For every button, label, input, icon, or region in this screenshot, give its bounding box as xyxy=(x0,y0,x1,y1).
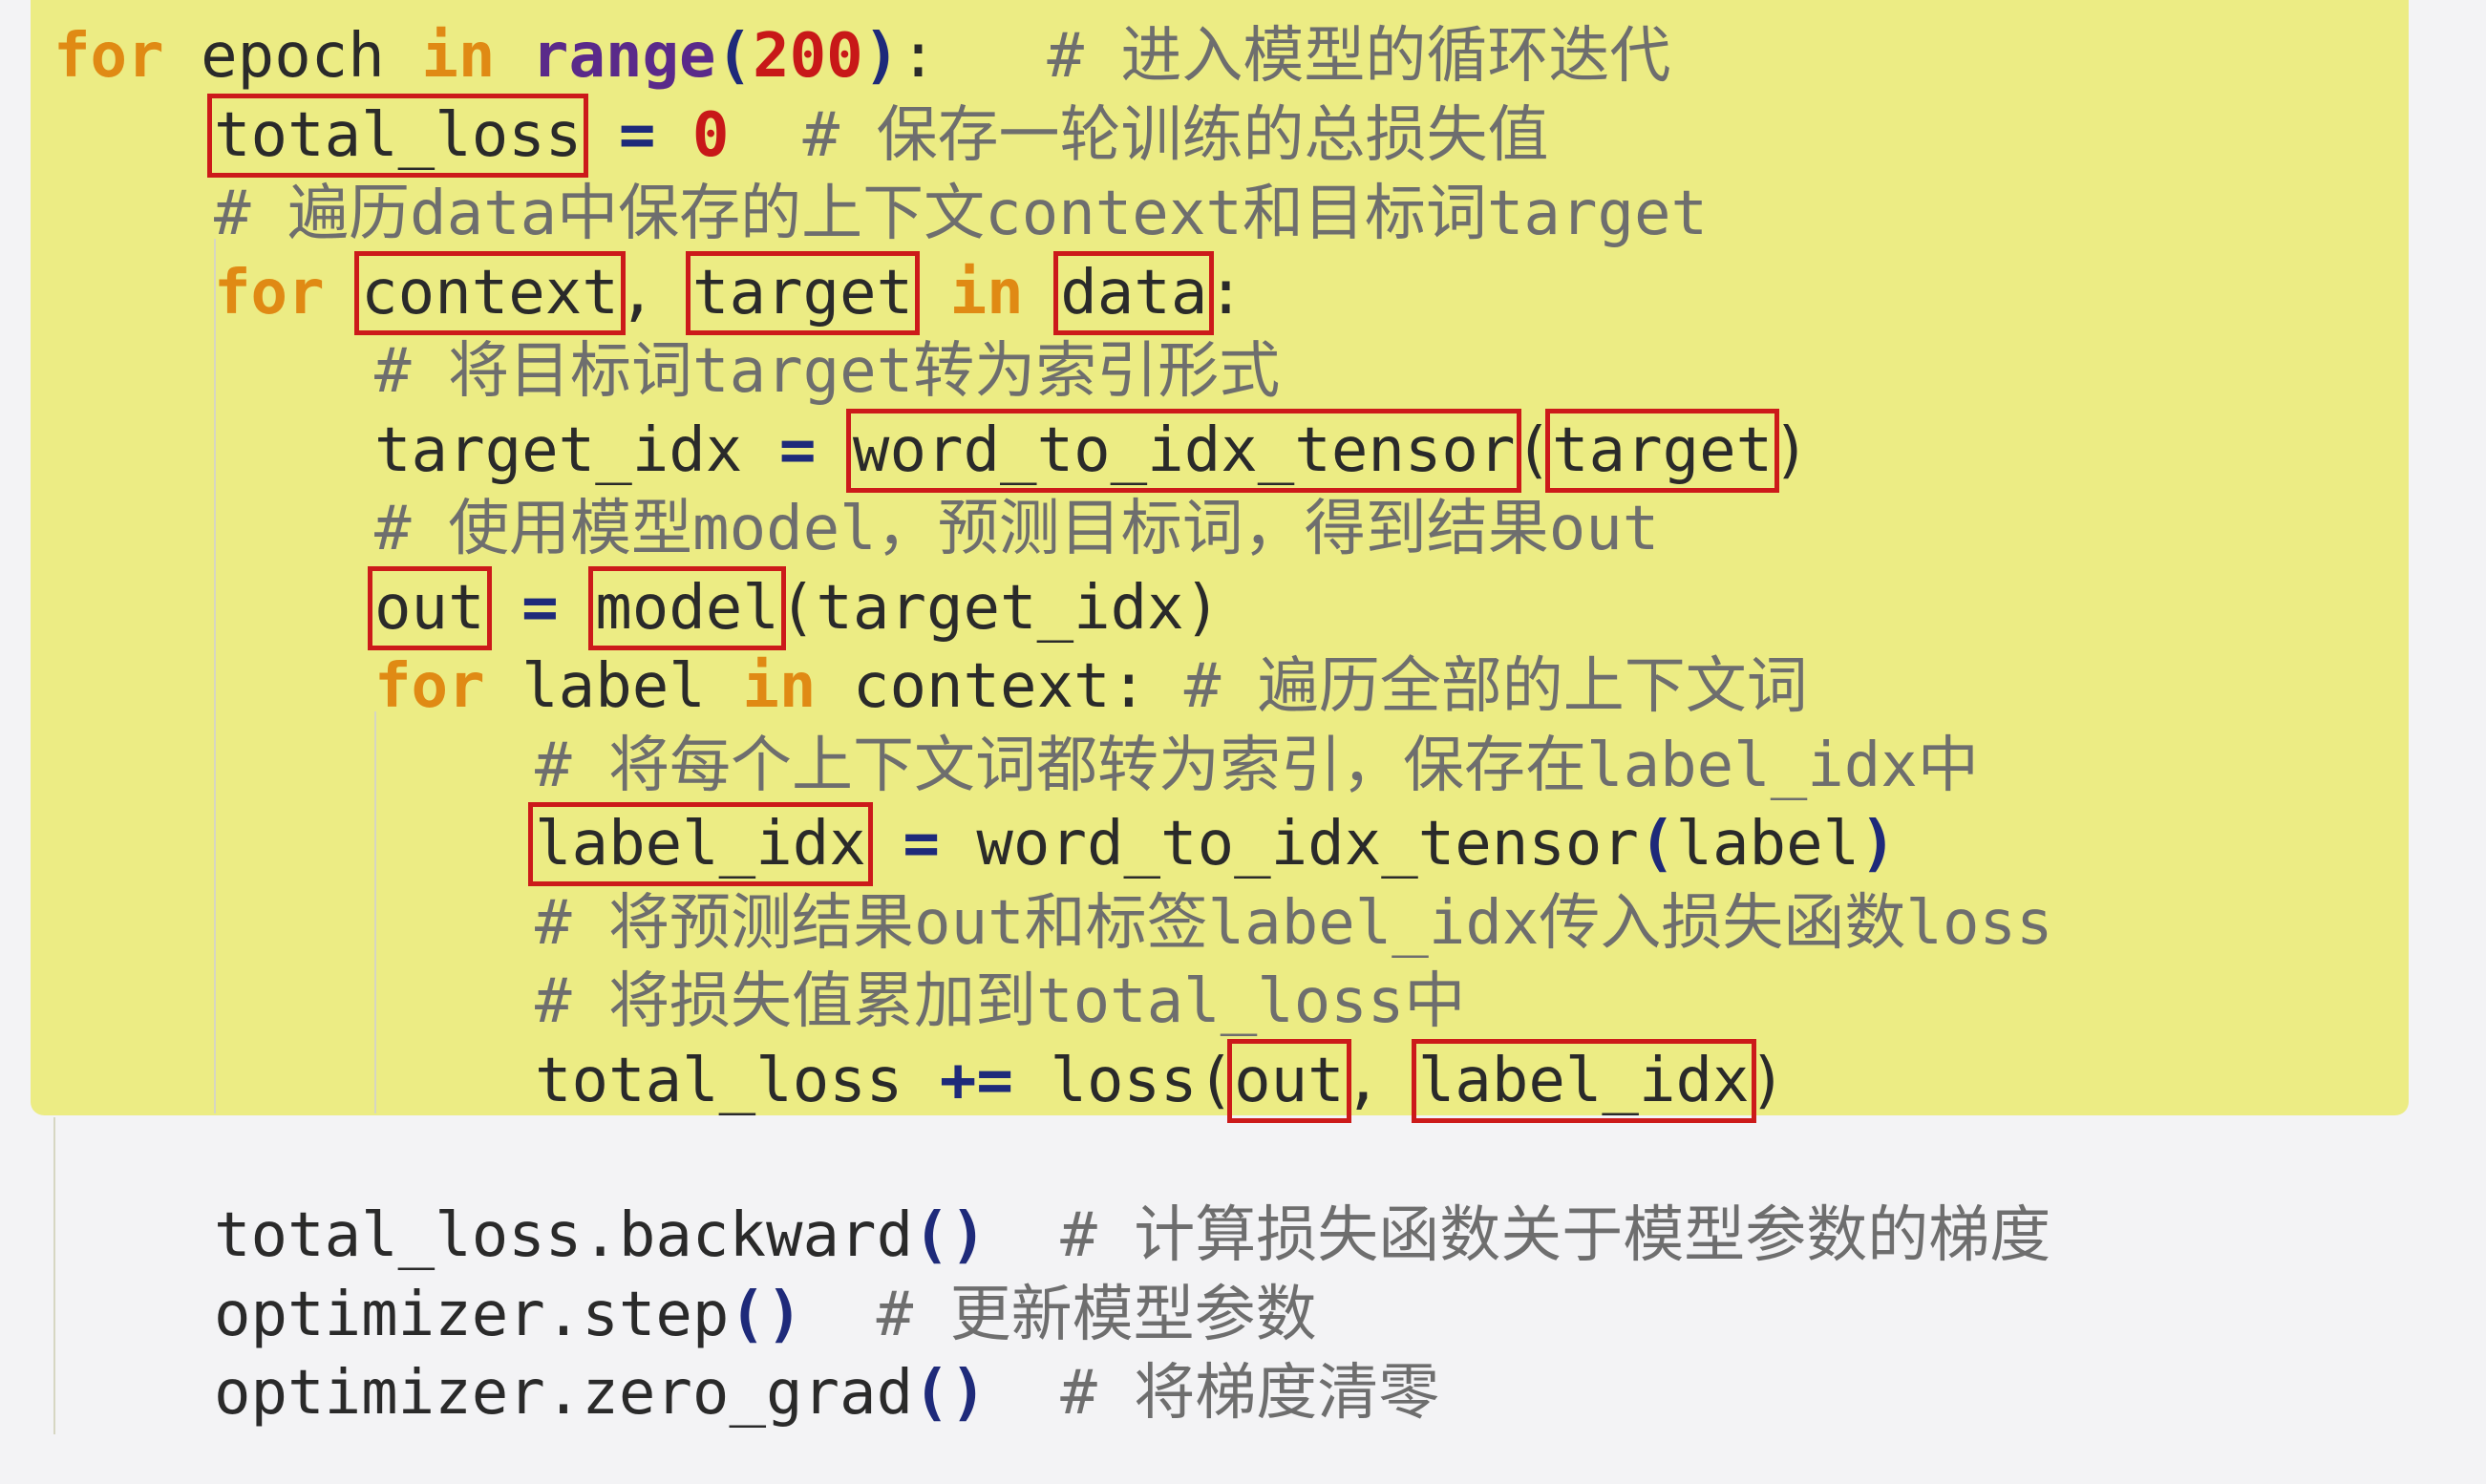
keyword-token: in xyxy=(421,21,496,92)
code-line-2: total_loss = 0 # 保存一轮训练的总损失值 xyxy=(206,94,1549,178)
code-token: label xyxy=(484,651,743,722)
code-comment: # 将预测结果out和标签label_idx传入损失函数loss xyxy=(535,888,2053,959)
operator-token: += xyxy=(939,1046,1013,1116)
highlighted-token-box: context xyxy=(354,251,626,335)
number-token: 0 xyxy=(691,100,730,171)
code-line-9: for label in context: # 遍历全部的上下文词 xyxy=(374,647,1808,726)
code-line-4: for context, target in data: xyxy=(214,251,1244,335)
code-comment: # 将损失值累加到total_loss中 xyxy=(535,966,1466,1037)
code-token: optimizer.zero_grad xyxy=(214,1358,914,1429)
code-token: loss( xyxy=(1012,1046,1235,1116)
operator-token: = xyxy=(618,100,656,171)
highlighted-token-box: data xyxy=(1053,251,1215,335)
code-token: target_idx xyxy=(374,415,779,486)
highlighted-token-box: total_loss xyxy=(206,94,589,178)
operator-token: = xyxy=(903,809,940,880)
highlighted-token-box: target xyxy=(1544,409,1780,493)
code-line-6: target_idx = word_to_idx_tensor(target) xyxy=(374,409,1810,493)
highlighted-token-box: model xyxy=(588,566,786,650)
code-line-7: # 使用模型model，预测目标词，得到结果out xyxy=(374,490,1659,568)
highlighted-token-box: label_idx xyxy=(528,802,873,886)
code-comment: # 遍历data中保存的上下文context和目标词target xyxy=(214,179,1709,249)
code-token: word_to_idx_tensor xyxy=(939,809,1639,880)
operator-token: () xyxy=(913,1200,988,1271)
code-token: label xyxy=(1675,809,1860,880)
keyword-token: for xyxy=(53,21,164,92)
code-token: optimizer.step xyxy=(214,1280,730,1350)
code-token: total_loss.backward xyxy=(214,1200,914,1271)
operator-token: ) xyxy=(1859,809,1897,880)
code-token: ) xyxy=(1749,1046,1787,1116)
code-token: , xyxy=(1344,1046,1418,1116)
code-token: context: xyxy=(816,651,1184,722)
number-token: 200 xyxy=(753,21,863,92)
code-comment: # 计算损失函数关于模型参数的梯度 xyxy=(987,1200,2051,1271)
code-line-5: # 将目标词target转为索引形式 xyxy=(374,332,1280,411)
operator-token: ) xyxy=(862,21,901,92)
operator-token: ( xyxy=(715,21,754,92)
code-line-1: for epoch in range(200): # 进入模型的循环迭代 xyxy=(53,17,1670,95)
code-line-11: label_idx = word_to_idx_tensor(label) xyxy=(528,802,1897,886)
code-comment: # 保存一轮训练的总损失值 xyxy=(729,100,1549,171)
builtin-token: range xyxy=(531,21,716,92)
operator-token: () xyxy=(913,1358,988,1429)
operator-token: = xyxy=(521,573,559,644)
code-comment: # 将梯度清零 xyxy=(987,1358,1440,1429)
operator-token: = xyxy=(778,415,817,486)
code-token: ( xyxy=(1515,415,1552,486)
code-comment: # 使用模型model，预测目标词，得到结果out xyxy=(374,494,1660,564)
highlighted-token-box: out xyxy=(1227,1039,1351,1123)
code-line-14: total_loss += loss(out, label_idx) xyxy=(535,1039,1787,1123)
code-editor[interactable]: for epoch in range(200): # 进入模型的循环迭代 tot… xyxy=(0,0,2486,1429)
code-comment: # 更新模型参数 xyxy=(802,1280,1317,1350)
operator-token: () xyxy=(729,1280,803,1350)
code-line-3: # 遍历data中保存的上下文context和目标词target xyxy=(214,175,1708,253)
code-token: : xyxy=(900,21,937,92)
code-comment: # 遍历全部的上下文词 xyxy=(1183,651,1808,722)
keyword-token: for xyxy=(374,651,485,722)
code-token: (target_idx) xyxy=(778,573,1222,644)
code-line-16: optimizer.step() # 更新模型参数 xyxy=(214,1276,1317,1354)
code-token: epoch xyxy=(163,21,422,92)
code-line-12: # 将预测结果out和标签label_idx传入损失函数loss xyxy=(535,884,2053,963)
code-comment: # 进入模型的循环迭代 xyxy=(936,21,1671,92)
code-token: : xyxy=(1207,258,1244,329)
highlighted-token-box: target xyxy=(685,251,921,335)
code-line-10: # 将每个上下文词都转为索引，保存在label_idx中 xyxy=(535,727,1979,805)
keyword-token: for xyxy=(214,258,325,329)
code-line-15: total_loss.backward() # 计算损失函数关于模型参数的梯度 xyxy=(214,1197,2050,1275)
code-token: ) xyxy=(1773,415,1810,486)
code-token: , xyxy=(618,258,692,329)
code-line-17: optimizer.zero_grad() # 将梯度清零 xyxy=(214,1354,1439,1432)
keyword-token: in xyxy=(742,651,817,722)
code-line-13: # 将损失值累加到total_loss中 xyxy=(535,963,1465,1041)
highlighted-token-box: out xyxy=(368,566,492,650)
operator-token: ( xyxy=(1638,809,1676,880)
highlighted-token-box: label_idx xyxy=(1411,1039,1756,1123)
code-comment: # 将每个上下文词都转为索引，保存在label_idx中 xyxy=(535,731,1979,801)
code-line-8: out = model(target_idx) xyxy=(368,566,1222,650)
code-comment: # 将目标词target转为索引形式 xyxy=(374,336,1281,407)
keyword-token: in xyxy=(949,258,1024,329)
code-token: total_loss xyxy=(535,1046,940,1116)
highlighted-token-box: word_to_idx_tensor xyxy=(845,409,1522,493)
